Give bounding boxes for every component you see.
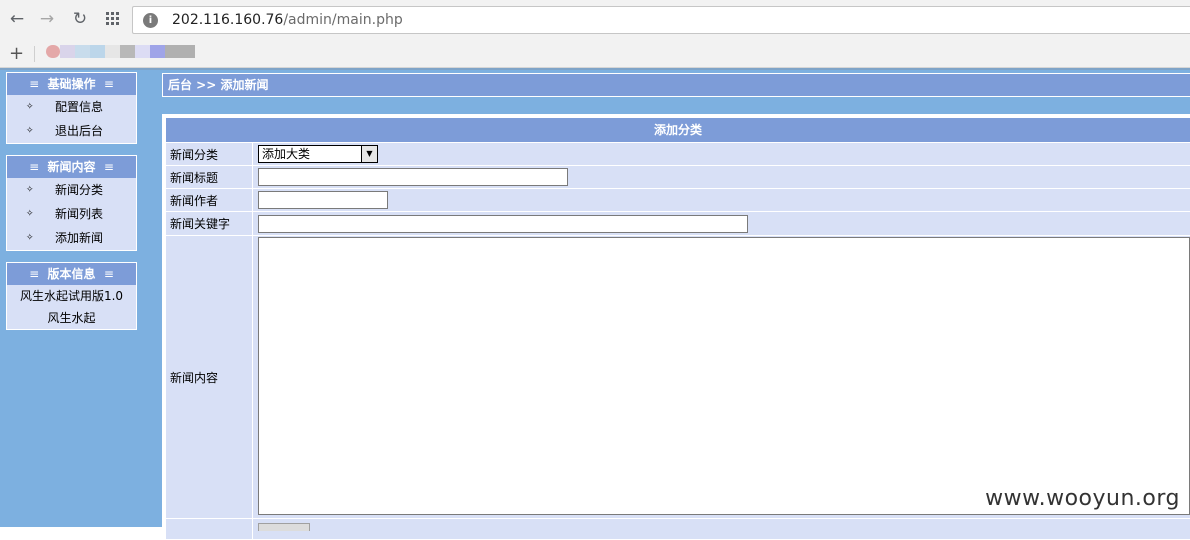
- menu-lines-icon: ≡: [29, 160, 40, 174]
- back-arrow-icon[interactable]: ←: [7, 9, 27, 29]
- menu-item-news-category[interactable]: ✧ 新闻分类: [7, 178, 136, 202]
- menu-section-news: ≡ 新闻内容 ≡ ✧ 新闻分类 ✧ 新闻列表 ✧ 添加新闻: [6, 155, 137, 251]
- author-input[interactable]: [258, 191, 388, 209]
- menu-item-config[interactable]: ✧ 配置信息: [7, 95, 136, 119]
- apps-grid-icon[interactable]: [103, 9, 123, 29]
- category-select[interactable]: 添加大类 ▼: [258, 145, 378, 163]
- bookmarks-bar: +: [0, 40, 1190, 68]
- menu-lines-icon: ≡: [103, 267, 114, 281]
- menu-lines-icon: ≡: [29, 77, 40, 91]
- category-selected-value: 添加大类: [262, 147, 311, 161]
- bullet-icon: ✧: [26, 185, 34, 195]
- version-name: 风生水起试用版1.0: [19, 289, 124, 303]
- blurred-bookmark-icon[interactable]: [90, 45, 105, 58]
- bullet-icon: ✧: [26, 102, 34, 112]
- bullet-icon: ✧: [26, 209, 34, 219]
- menu-lines-icon: ≡: [29, 267, 40, 281]
- form-row-content: 新闻内容: [166, 236, 1190, 518]
- form-panel: 添加分类 新闻分类 添加大类 ▼ 新闻标题 新闻作者 新闻关键字 新闻内容: [162, 114, 1190, 539]
- menu-item-label: 新闻列表: [55, 207, 104, 221]
- menu-section-header: ≡ 版本信息 ≡: [7, 263, 136, 285]
- bookmarks-divider: [34, 46, 35, 62]
- bullet-icon: ✧: [26, 233, 34, 243]
- blurred-bookmark-icon[interactable]: [120, 45, 135, 58]
- submit-button[interactable]: [258, 523, 310, 531]
- add-news-form: 添加分类 新闻分类 添加大类 ▼ 新闻标题 新闻作者 新闻关键字 新闻内容: [166, 118, 1190, 540]
- breadcrumb: 后台 >> 添加新闻: [162, 73, 1190, 97]
- add-bookmark-button[interactable]: +: [9, 43, 24, 64]
- form-row-author: 新闻作者: [166, 189, 1190, 211]
- site-info-icon[interactable]: i: [143, 13, 158, 28]
- form-row-keywords: 新闻关键字: [166, 212, 1190, 235]
- url-host: 202.116.160.76: [172, 12, 284, 28]
- menu-item-logout[interactable]: ✧ 退出后台: [7, 119, 136, 143]
- watermark-text: www.wooyun.org: [985, 486, 1180, 511]
- blurred-bookmark-icon[interactable]: [135, 45, 150, 58]
- bullet-icon: ✧: [26, 126, 34, 136]
- menu-item-label: 新闻分类: [55, 183, 104, 197]
- form-row-title: 新闻标题: [166, 166, 1190, 188]
- menu-section-title: 版本信息: [47, 267, 96, 281]
- keywords-input[interactable]: [258, 214, 748, 233]
- reload-icon[interactable]: ↻: [70, 9, 90, 29]
- browser-toolbar: ← → ↻ i 202.116.160.76/admin/main.php: [0, 0, 1190, 40]
- author-label: 新闻作者: [170, 193, 219, 208]
- form-row-submit: [166, 519, 1190, 539]
- content-label: 新闻内容: [170, 370, 219, 385]
- form-row-category: 新闻分类 添加大类 ▼: [166, 143, 1190, 165]
- blurred-bookmark-icon[interactable]: [60, 45, 75, 58]
- form-title: 添加分类: [166, 118, 1190, 142]
- menu-item-label: 配置信息: [55, 100, 104, 114]
- menu-section-header: ≡ 新闻内容 ≡: [7, 156, 136, 178]
- menu-lines-icon: ≡: [103, 77, 114, 91]
- keywords-label: 新闻关键字: [170, 217, 231, 231]
- version-brand: 风生水起: [47, 311, 96, 325]
- menu-section-basic: ≡ 基础操作 ≡ ✧ 配置信息 ✧ 退出后台: [6, 72, 137, 144]
- menu-item-label: 添加新闻: [55, 231, 104, 245]
- blurred-bookmark-icon[interactable]: [105, 45, 120, 58]
- url-text[interactable]: 202.116.160.76/admin/main.php: [172, 12, 403, 28]
- blurred-bookmark-icon[interactable]: [75, 45, 90, 58]
- blurred-bookmark-icon[interactable]: [46, 45, 60, 58]
- menu-section-header: ≡ 基础操作 ≡: [7, 73, 136, 95]
- blurred-bookmark-icon[interactable]: [165, 45, 195, 58]
- category-label: 新闻分类: [170, 147, 219, 162]
- url-path: /admin/main.php: [283, 12, 403, 28]
- menu-item-label: 退出后台: [55, 124, 104, 138]
- chevron-down-icon[interactable]: ▼: [361, 146, 377, 162]
- forward-arrow-icon[interactable]: →: [37, 9, 57, 29]
- menu-item-add-news[interactable]: ✧ 添加新闻: [7, 226, 136, 250]
- menu-lines-icon: ≡: [103, 160, 114, 174]
- title-input[interactable]: [258, 168, 568, 186]
- menu-section-title: 基础操作: [47, 77, 96, 91]
- content-textarea[interactable]: [258, 237, 1190, 515]
- menu-section-version: ≡ 版本信息 ≡ 风生水起试用版1.0 风生水起: [6, 262, 137, 330]
- menu-section-title: 新闻内容: [47, 160, 96, 174]
- address-bar[interactable]: i 202.116.160.76/admin/main.php: [132, 6, 1190, 34]
- blurred-bookmark-icon[interactable]: [150, 45, 165, 58]
- title-label: 新闻标题: [170, 170, 219, 185]
- menu-item-news-list[interactable]: ✧ 新闻列表: [7, 202, 136, 226]
